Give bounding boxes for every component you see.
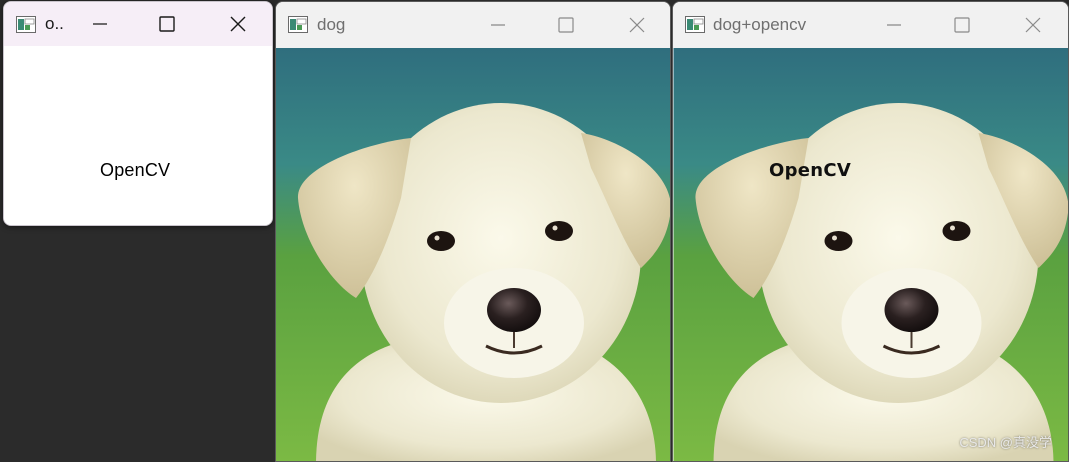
minimize-button[interactable] (82, 2, 118, 46)
titlebar[interactable]: dog+opencv (673, 2, 1068, 48)
dog-picture (276, 48, 670, 461)
close-button[interactable] (220, 2, 256, 46)
maximize-icon (159, 16, 175, 32)
window-title: dog+opencv (713, 15, 807, 34)
opencv-overlay-text: OpenCV (769, 160, 852, 181)
close-icon (230, 16, 246, 32)
window-content: OpenCV (4, 46, 272, 225)
close-button[interactable] (1015, 2, 1051, 48)
dog-image (276, 48, 670, 461)
app-icon (288, 16, 308, 33)
maximize-button[interactable] (944, 2, 980, 48)
opencv-window[interactable]: o.. OpenCV (3, 1, 273, 226)
app-icon (685, 16, 705, 33)
dog-window[interactable]: dog (275, 1, 671, 462)
minimize-button[interactable] (480, 2, 516, 48)
close-icon (629, 17, 645, 33)
minimize-icon (887, 24, 901, 26)
window-title: dog (317, 15, 346, 34)
titlebar[interactable]: o.. (4, 2, 272, 46)
minimize-icon (491, 24, 505, 26)
maximize-icon (558, 17, 574, 33)
app-icon (16, 16, 36, 33)
watermark: CSDN @真没学 (959, 435, 1052, 450)
dog-opencv-window[interactable]: dog+opencv OpenCV CSDN @真没学 (672, 1, 1069, 462)
opencv-text: OpenCV (100, 160, 171, 180)
titlebar[interactable]: dog (276, 2, 670, 48)
dog-picture (673, 48, 1068, 461)
dog-opencv-image: OpenCV CSDN @真没学 (673, 48, 1068, 461)
close-button[interactable] (619, 2, 655, 48)
minimize-button[interactable] (876, 2, 912, 48)
window-title: o.. (45, 14, 64, 33)
maximize-button[interactable] (149, 2, 185, 46)
minimize-icon (93, 23, 107, 25)
close-icon (1025, 17, 1041, 33)
maximize-button[interactable] (548, 2, 584, 48)
maximize-icon (954, 17, 970, 33)
